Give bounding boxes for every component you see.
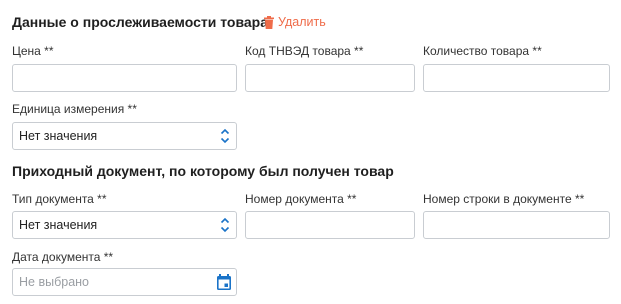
doc-type-select-value: Нет значения: [19, 218, 98, 232]
tnved-code-label: Код ТНВЭД товара **: [245, 44, 364, 58]
doc-number-label: Номер документа **: [245, 192, 357, 206]
chevron-up-down-icon: [220, 128, 230, 144]
doc-line-number-label: Номер строки в документе **: [423, 192, 585, 206]
doc-type-select[interactable]: Нет значения: [12, 211, 237, 239]
section-title-incoming-document: Приходный документ, по которому был полу…: [12, 163, 394, 179]
doc-date-label: Дата документа **: [12, 250, 114, 264]
quantity-input[interactable]: [423, 64, 610, 92]
trash-icon: [264, 15, 274, 29]
price-label: Цена **: [12, 44, 54, 58]
doc-date-input[interactable]: Не выбрано: [12, 268, 237, 296]
doc-type-label: Тип документа **: [12, 192, 107, 206]
unit-select[interactable]: Нет значения: [12, 122, 237, 150]
quantity-label: Количество товара **: [423, 44, 542, 58]
tnved-code-input[interactable]: [245, 64, 415, 92]
doc-line-number-input[interactable]: [423, 211, 610, 239]
calendar-icon[interactable]: [216, 274, 232, 291]
section-title-traceability: Данные о прослеживаемости товара: [12, 14, 269, 30]
doc-number-input[interactable]: [245, 211, 415, 239]
unit-select-value: Нет значения: [19, 129, 98, 143]
doc-date-placeholder: Не выбрано: [19, 275, 89, 289]
delete-label: Удалить: [278, 15, 326, 29]
price-input[interactable]: [12, 64, 237, 92]
unit-label: Единица измерения **: [12, 102, 137, 116]
chevron-up-down-icon: [220, 217, 230, 233]
delete-button[interactable]: Удалить: [263, 15, 326, 29]
